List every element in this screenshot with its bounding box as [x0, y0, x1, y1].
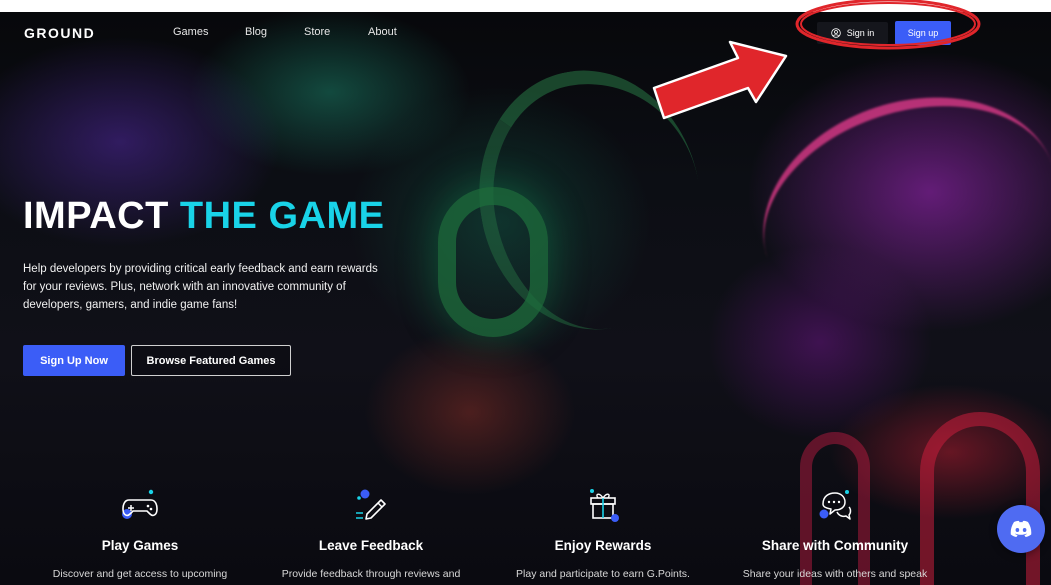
- nav-link-games[interactable]: Games: [173, 26, 208, 38]
- sign-in-button[interactable]: Sign in: [817, 22, 888, 44]
- feature-title: Share with Community: [761, 538, 909, 553]
- feature-description: Share your ideas with others and speak: [742, 568, 928, 580]
- hero-title-white: IMPACT: [23, 195, 169, 237]
- sign-in-label: Sign in: [846, 28, 875, 38]
- feature-leave-feedback: Leave Feedback Provide feedback through …: [266, 488, 476, 581]
- sign-up-button[interactable]: Sign up: [895, 21, 951, 45]
- top-navigation: GROUND Games Blog Store About Sign in Si…: [0, 12, 1051, 52]
- nav-link-blog[interactable]: Blog: [245, 26, 267, 38]
- feature-enjoy-rewards: Enjoy Rewards Play and participate to ea…: [498, 488, 708, 581]
- sign-up-label: Sign up: [907, 28, 939, 38]
- chat-icon: [815, 488, 855, 522]
- pencil-icon: [351, 488, 391, 522]
- browse-featured-games-button[interactable]: Browse Featured Games: [131, 345, 291, 376]
- feature-description: Provide feedback through reviews and: [281, 568, 461, 580]
- background-light-streak: [733, 61, 1051, 363]
- hero-title: IMPACT THE GAME: [23, 195, 384, 238]
- ground-logo[interactable]: GROUND: [24, 25, 95, 41]
- top-strip: [0, 0, 1051, 12]
- gamepad-icon: [120, 488, 160, 522]
- background-headphone: [438, 187, 548, 337]
- discord-chat-button[interactable]: [997, 505, 1045, 553]
- gift-icon: [583, 488, 623, 522]
- nav-link-store[interactable]: Store: [304, 26, 330, 38]
- feature-share-community: Share with Community Share your ideas wi…: [730, 488, 940, 581]
- feature-title: Leave Feedback: [318, 538, 424, 553]
- feature-description: Discover and get access to upcoming: [52, 568, 228, 580]
- feature-title: Play Games: [101, 538, 179, 553]
- page-frame: GROUND Games Blog Store About Sign in Si…: [0, 12, 1051, 585]
- hero-title-cyan: THE GAME: [179, 195, 385, 237]
- user-circle-icon: [830, 28, 841, 38]
- discord-icon: [1010, 520, 1032, 537]
- sign-up-now-button[interactable]: Sign Up Now: [23, 345, 125, 376]
- feature-play-games: Play Games Discover and get access to up…: [35, 488, 245, 581]
- hero-description: Help developers by providing critical ea…: [23, 263, 378, 311]
- feature-description: Play and participate to earn G.Points.: [516, 568, 690, 580]
- feature-title: Enjoy Rewards: [554, 538, 652, 553]
- nav-link-about[interactable]: About: [368, 26, 397, 38]
